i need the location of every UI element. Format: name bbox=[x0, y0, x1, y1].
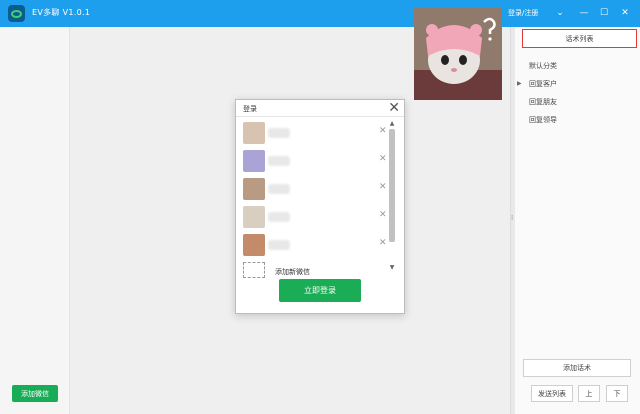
title-bar: EV多聊 V1.0.1 登录/注册 ⌄ — ☐ ✕ bbox=[0, 0, 640, 27]
chevron-down-icon[interactable]: ⌄ bbox=[553, 6, 567, 20]
add-placeholder-icon bbox=[243, 262, 265, 278]
category-item[interactable]: ▶ 回复客户 bbox=[515, 75, 640, 93]
account-row[interactable]: ✕ bbox=[241, 231, 391, 259]
category-label: 回复客户 bbox=[529, 80, 557, 88]
account-name-blurred bbox=[268, 156, 290, 166]
app-title: EV多聊 V1.0.1 bbox=[32, 8, 91, 17]
avatar bbox=[243, 178, 265, 200]
script-category-list: 默认分类 ▶ 回复客户 回复朋友 回复领导 bbox=[515, 57, 640, 129]
scroll-up-icon[interactable]: ▲ bbox=[388, 120, 396, 128]
caret-right-icon[interactable]: ▶ bbox=[517, 75, 522, 93]
minimize-icon[interactable]: — bbox=[577, 6, 591, 20]
category-item[interactable]: 回复领导 bbox=[515, 111, 640, 129]
avatar bbox=[243, 234, 265, 256]
dialog-title: 登录 bbox=[243, 105, 257, 113]
cat-photo bbox=[414, 8, 502, 100]
move-down-button[interactable]: 下 bbox=[606, 385, 628, 402]
account-name-blurred bbox=[268, 184, 290, 194]
add-new-wechat-label: 添加新微信 bbox=[275, 268, 310, 276]
close-icon[interactable]: ✕ bbox=[618, 6, 632, 20]
avatar bbox=[243, 122, 265, 144]
add-script-button[interactable]: 添加话术 bbox=[523, 359, 631, 377]
avatar bbox=[243, 150, 265, 172]
remove-icon[interactable]: ✕ bbox=[379, 210, 387, 220]
send-list-button[interactable]: 发送列表 bbox=[531, 385, 573, 402]
add-new-wechat-row[interactable]: 添加新微信 bbox=[241, 259, 391, 281]
remove-icon[interactable]: ✕ bbox=[379, 238, 387, 248]
scrollbar-thumb[interactable] bbox=[389, 129, 395, 242]
account-name-blurred bbox=[268, 128, 290, 138]
account-row[interactable]: ✕ bbox=[241, 119, 391, 147]
close-icon[interactable]: ✕ bbox=[388, 100, 400, 116]
category-item[interactable]: 默认分类 bbox=[515, 57, 640, 75]
category-label: 回复领导 bbox=[529, 116, 557, 124]
account-name-blurred bbox=[268, 240, 290, 250]
login-dialog: 登录 ✕ ✕ ✕ ✕ ✕ ✕ 添加新微信 ▲ ▼ 立即登录 bbox=[235, 99, 405, 314]
app-logo-icon bbox=[8, 5, 25, 22]
maximize-icon[interactable]: ☐ bbox=[597, 6, 611, 20]
scrollbar[interactable]: ▲ ▼ bbox=[388, 120, 396, 272]
move-up-button[interactable]: 上 bbox=[578, 385, 600, 402]
scroll-down-icon[interactable]: ▼ bbox=[388, 264, 396, 272]
account-sidebar bbox=[0, 27, 70, 414]
account-list: ✕ ✕ ✕ ✕ ✕ 添加新微信 bbox=[241, 119, 391, 281]
category-label: 默认分类 bbox=[529, 62, 557, 70]
remove-icon[interactable]: ✕ bbox=[379, 126, 387, 136]
account-row[interactable]: ✕ bbox=[241, 147, 391, 175]
remove-icon[interactable]: ✕ bbox=[379, 182, 387, 192]
divider bbox=[236, 116, 404, 117]
category-item[interactable]: 回复朋友 bbox=[515, 93, 640, 111]
avatar bbox=[243, 206, 265, 228]
remove-icon[interactable]: ✕ bbox=[379, 154, 387, 164]
login-register-link[interactable]: 登录/注册 bbox=[508, 8, 538, 18]
add-wechat-button[interactable]: 添加微信 bbox=[12, 385, 58, 402]
account-row[interactable]: ✕ bbox=[241, 175, 391, 203]
script-list-header[interactable]: 话术列表 bbox=[522, 29, 637, 48]
script-panel: 话术列表 默认分类 ▶ 回复客户 回复朋友 回复领导 添加话术 发送列表 上 下 bbox=[515, 27, 640, 414]
login-now-button[interactable]: 立即登录 bbox=[279, 279, 361, 302]
account-row[interactable]: ✕ bbox=[241, 203, 391, 231]
category-label: 回复朋友 bbox=[529, 98, 557, 106]
account-name-blurred bbox=[268, 212, 290, 222]
